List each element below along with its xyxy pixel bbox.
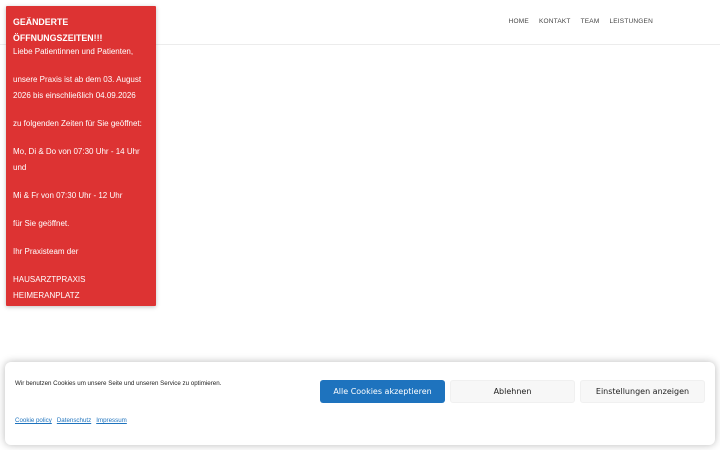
notice-signature: Ihr Praxisteam der [13, 247, 79, 256]
cookie-message: Wir benutzen Cookies um unsere Seite und… [15, 380, 222, 387]
main-nav: HOME KONTAKT TEAM LEISTUNGEN [499, 17, 653, 26]
notice-hours-mi-fr: Mi & Fr von 07:30 Uhr - 12 Uhr [13, 191, 123, 200]
impressum-link[interactable]: Impressum [96, 417, 127, 424]
nav-item-home[interactable]: HOME [509, 17, 529, 26]
notice-intro: zu folgenden Zeiten für Sie geöffnet: [13, 119, 142, 128]
notice-period: unsere Praxis ist ab dem 03. August 2026… [13, 75, 142, 100]
datenschutz-link[interactable]: Datenschutz [57, 417, 91, 424]
cookie-policy-link[interactable]: Cookie policy [15, 417, 52, 424]
notice-title-line-1: GEÄNDERTE [13, 17, 69, 27]
opening-hours-notice: GEÄNDERTE ÖFFNUNGSZEITEN!!! Liebe Patien… [6, 6, 156, 306]
cookie-settings-button[interactable]: Einstellungen anzeigen [580, 380, 705, 403]
notice-hours-mo-di-do: Mo, Di & Do von 07:30 Uhr - 14 Uhr und [13, 147, 140, 172]
notice-title-line-2: ÖFFNUNGSZEITEN!!! [13, 33, 103, 43]
cookie-banner: Wir benutzen Cookies um unsere Seite und… [5, 362, 715, 445]
notice-open-text: für Sie geöffnet. [13, 219, 70, 228]
accept-all-cookies-button[interactable]: Alle Cookies akzeptieren [320, 380, 445, 403]
notice-greeting: Liebe Patientinnen und Patienten, [13, 47, 134, 56]
notice-title: GEÄNDERTE ÖFFNUNGSZEITEN!!! [13, 14, 149, 46]
nav-item-leistungen[interactable]: LEISTUNGEN [609, 17, 653, 26]
notice-practice-name: HAUSARZTPRAXIS HEIMERANPLATZ [13, 275, 86, 300]
nav-item-kontakt[interactable]: KONTAKT [539, 17, 571, 26]
cookie-links: Cookie policy Datenschutz Impressum [15, 417, 127, 424]
nav-item-team[interactable]: TEAM [581, 17, 600, 26]
deny-cookies-button[interactable]: Ablehnen [450, 380, 575, 403]
